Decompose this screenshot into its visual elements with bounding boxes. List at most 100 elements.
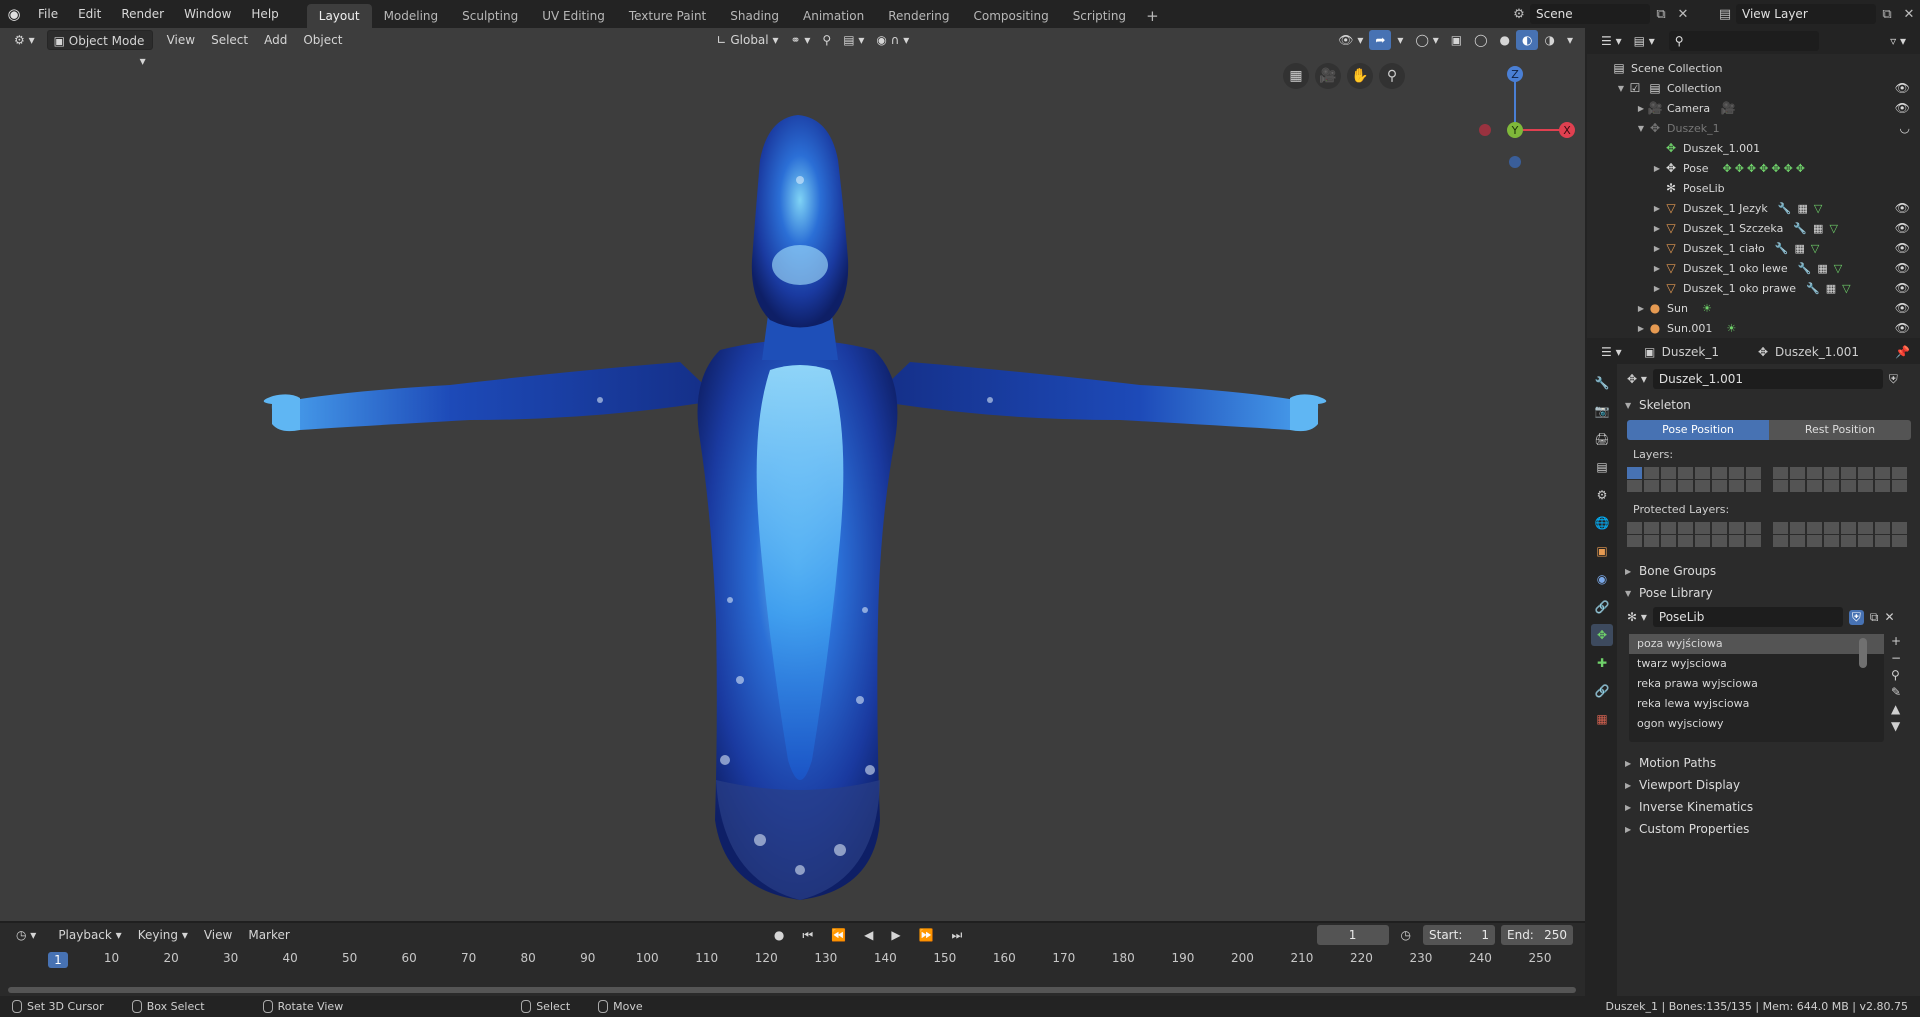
pose-list-scrollbar[interactable] [1859, 638, 1867, 668]
timeline-scrollbar[interactable] [8, 987, 1576, 993]
layer-cell[interactable] [1841, 480, 1857, 493]
current-frame-field[interactable]: 1 [1316, 925, 1389, 945]
menu-object[interactable]: Object [295, 30, 350, 50]
protected-cell[interactable] [1712, 535, 1728, 548]
rename-pose-icon[interactable]: ✎ [1891, 685, 1901, 699]
gizmo-options-icon[interactable]: ▾ [1391, 30, 1409, 50]
protected-grid-right[interactable] [1773, 522, 1909, 548]
fake-user-shield-icon[interactable]: ⛨ [1889, 372, 1898, 387]
remove-pose-icon[interactable]: − [1891, 651, 1901, 665]
protected-cell[interactable] [1892, 522, 1908, 535]
eye-icon[interactable]: 👁 [1895, 241, 1910, 255]
pin-icon[interactable]: 📌 [1895, 345, 1910, 359]
protected-cell[interactable] [1824, 522, 1840, 535]
protected-cell[interactable] [1661, 535, 1677, 548]
tree-row-camera[interactable]: ▶ 🎥 Camera 🎥 👁 [1587, 98, 1920, 118]
protected-cell[interactable] [1695, 522, 1711, 535]
orientation-dropdown[interactable]: ∟ Global ▾ [710, 30, 784, 50]
custom-properties-panel-header[interactable]: ▶ Custom Properties [1619, 818, 1918, 840]
eye-icon[interactable]: 👁 [1895, 281, 1910, 295]
layer-cell[interactable] [1790, 480, 1806, 493]
menu-keying[interactable]: Keying ▾ [130, 925, 196, 945]
protected-cell[interactable] [1773, 535, 1789, 548]
tab-compositing[interactable]: Compositing [961, 4, 1060, 28]
neg-x-handle[interactable] [1479, 124, 1491, 136]
expand-icon[interactable]: ▶ [1635, 324, 1647, 333]
inverse-kinematics-panel-header[interactable]: ▶ Inverse Kinematics [1619, 796, 1918, 818]
bone-tab-icon[interactable]: ✚ [1591, 652, 1613, 674]
rendered-shading-icon[interactable]: ◑ [1538, 30, 1560, 50]
pose-list[interactable]: poza wyjściowa twarz wyjsciowa reka praw… [1629, 634, 1884, 742]
shading-options-icon[interactable]: ▾ [1561, 30, 1579, 50]
tree-row-scene-collection[interactable]: ▤ Scene Collection [1587, 58, 1920, 78]
tab-shading[interactable]: Shading [718, 4, 791, 28]
list-item[interactable]: poza wyjściowa [1629, 634, 1884, 654]
gizmo-toggle-icon[interactable]: ➦ [1369, 30, 1392, 50]
timeline-ruler[interactable]: 1 10 20 30 40 50 60 70 80 90 100 110 120 130 140 150 160… [8, 949, 1576, 969]
viewport-display-panel-header[interactable]: ▶ Viewport Display [1619, 774, 1918, 796]
scene-field[interactable]: Scene [1530, 4, 1650, 24]
eye-icon[interactable]: 👁 [1895, 221, 1910, 235]
protected-cell[interactable] [1746, 522, 1762, 535]
menu-select[interactable]: Select [203, 30, 256, 50]
protected-grid-left[interactable] [1627, 522, 1763, 548]
layer-cell[interactable] [1712, 467, 1728, 480]
layer-cell[interactable] [1627, 480, 1643, 493]
move-up-icon[interactable]: ▲ [1891, 702, 1901, 716]
protected-cell[interactable] [1841, 535, 1857, 548]
layer-cell[interactable] [1892, 467, 1908, 480]
protected-cell[interactable] [1627, 535, 1643, 548]
list-item[interactable]: reka lewa wyjsciowa [1629, 694, 1884, 714]
list-item[interactable]: twarz wyjsciowa [1629, 654, 1884, 674]
axis-gizmo[interactable]: Z Y X [1455, 58, 1585, 168]
protected-cell[interactable] [1773, 522, 1789, 535]
layer-cell[interactable] [1644, 467, 1660, 480]
menu-edit[interactable]: Edit [68, 0, 111, 28]
expand-icon[interactable]: ▶ [1651, 244, 1663, 253]
protected-cell[interactable] [1678, 522, 1694, 535]
layer-cell[interactable] [1875, 480, 1891, 493]
view-layer-tab-icon[interactable]: ▤ [1591, 456, 1613, 478]
list-item[interactable]: ogon wyjsciowy [1629, 714, 1884, 734]
menu-add[interactable]: Add [256, 30, 295, 50]
play-reverse-icon[interactable]: ◀ [858, 925, 879, 945]
tree-row-cialo[interactable]: ▶ ▽ Duszek_1 ciało 🔧 ▦ ▽ 👁 [1587, 238, 1920, 258]
record-icon[interactable]: ● [768, 925, 790, 945]
protected-cell-marked[interactable] [1627, 522, 1643, 535]
protected-cell[interactable] [1858, 522, 1874, 535]
menu-render[interactable]: Render [111, 0, 174, 28]
breadcrumb-object[interactable]: Duszek_1 [1662, 345, 1719, 359]
layers-grid-right[interactable] [1773, 467, 1909, 493]
expand-icon[interactable]: ▼ [1615, 84, 1627, 93]
protected-cell[interactable] [1824, 535, 1840, 548]
tree-row-sun[interactable]: ▶ ● Sun ☀ 👁 [1587, 298, 1920, 318]
protected-cell[interactable] [1661, 522, 1677, 535]
protected-cell[interactable] [1790, 535, 1806, 548]
move-down-icon[interactable]: ▼ [1891, 719, 1901, 733]
tree-row-armature[interactable]: ✥ Duszek_1.001 [1587, 138, 1920, 158]
scene-icon[interactable]: ⚙ [1508, 4, 1530, 24]
apply-pose-icon[interactable]: ⚲ [1891, 668, 1901, 682]
tab-layout[interactable]: Layout [306, 4, 372, 28]
pose-position-button[interactable]: Pose Position [1627, 420, 1769, 440]
bone-constraints-tab-icon[interactable]: 🔗 [1591, 680, 1613, 702]
menu-timeline-view[interactable]: View [196, 925, 240, 945]
layer-cell[interactable] [1695, 480, 1711, 493]
layer-cell[interactable] [1729, 480, 1745, 493]
protected-cell[interactable] [1746, 535, 1762, 548]
layer-cell[interactable] [1695, 467, 1711, 480]
eye-icon[interactable]: 👁 [1895, 101, 1910, 115]
layer-cell[interactable] [1807, 480, 1823, 493]
protected-cell[interactable] [1875, 535, 1891, 548]
constraints-tab-icon[interactable]: 🔗 [1591, 596, 1613, 618]
layer-cell[interactable] [1661, 467, 1677, 480]
tool-tab-icon[interactable]: 🔧 [1591, 372, 1613, 394]
pivot-icon[interactable]: ⚭ ▾ [784, 30, 816, 50]
menu-playback[interactable]: Playback ▾ [50, 925, 129, 945]
tab-animation[interactable]: Animation [791, 4, 876, 28]
menu-view[interactable]: View [159, 30, 203, 50]
rest-position-button[interactable]: Rest Position [1769, 420, 1911, 440]
3d-viewport[interactable]: ⚙ ▾ ▣ Object Mode ▾ View Select Add Obje… [0, 28, 1585, 921]
hidden-icon[interactable]: ◡ [1900, 121, 1910, 135]
expand-icon[interactable]: ▶ [1651, 204, 1663, 213]
